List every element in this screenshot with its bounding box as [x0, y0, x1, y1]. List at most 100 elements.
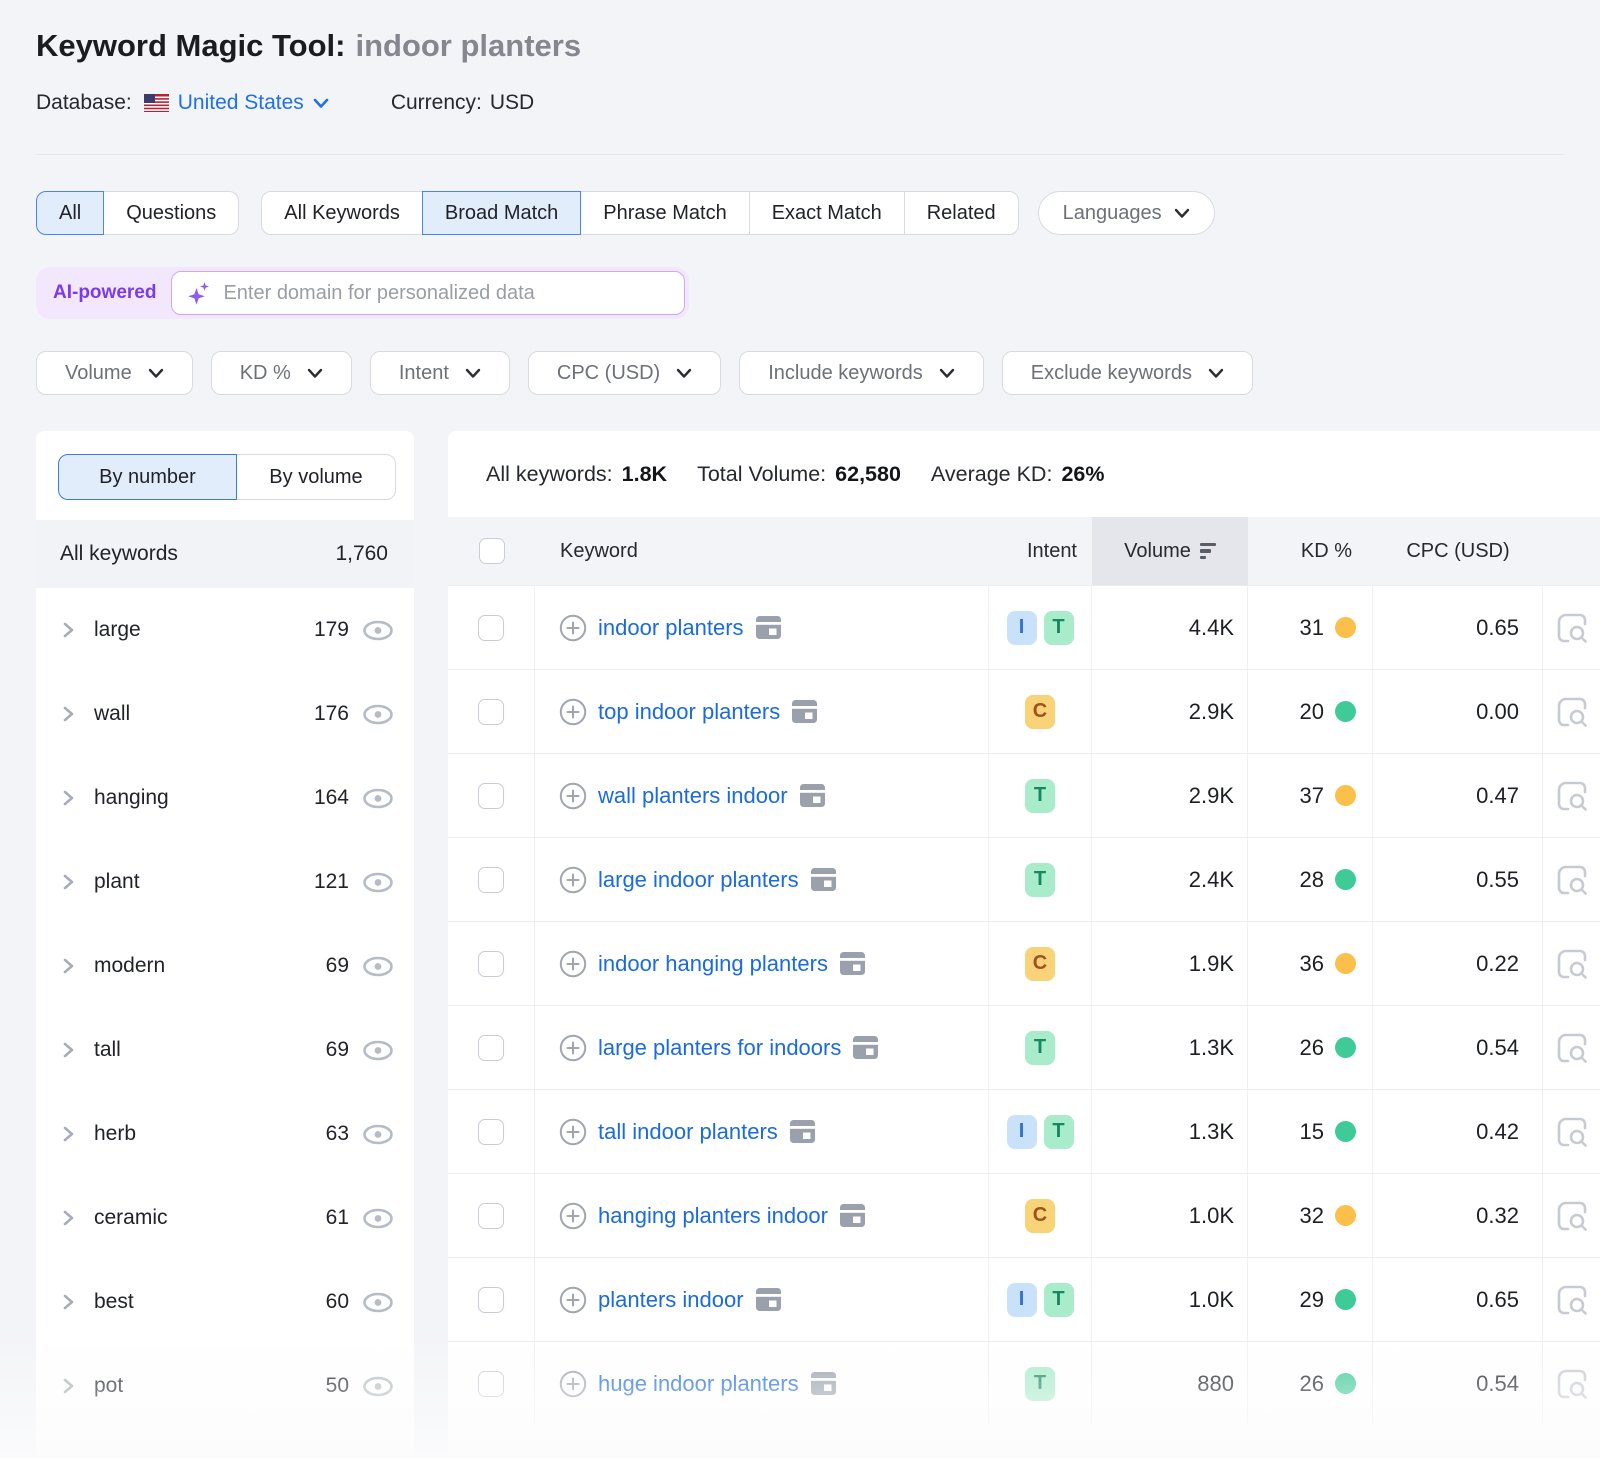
add-keyword-icon[interactable]: [559, 698, 587, 726]
serp-analysis-icon[interactable]: [1554, 1366, 1590, 1402]
keyword-group-item[interactable]: herb 63: [36, 1092, 414, 1176]
serp-analysis-icon[interactable]: [1554, 1114, 1590, 1150]
eye-icon[interactable]: [362, 1208, 394, 1229]
eye-icon[interactable]: [362, 788, 394, 809]
keyword-group-item[interactable]: best 60: [36, 1260, 414, 1344]
keyword-link[interactable]: top indoor planters: [598, 699, 780, 725]
select-all-checkbox[interactable]: [479, 538, 505, 564]
serp-features-icon[interactable]: [789, 1119, 816, 1144]
keyword-link[interactable]: large indoor planters: [598, 867, 799, 893]
serp-features-icon[interactable]: [810, 1371, 837, 1396]
row-checkbox[interactable]: [478, 1119, 504, 1145]
keyword-link[interactable]: planters indoor: [598, 1287, 744, 1313]
column-header-keyword[interactable]: Keyword: [535, 517, 989, 585]
tab-exact-match[interactable]: Exact Match: [749, 191, 905, 235]
kd-value: 37: [1300, 783, 1324, 809]
eye-icon[interactable]: [362, 704, 394, 725]
serp-features-icon[interactable]: [799, 783, 826, 808]
add-keyword-icon[interactable]: [559, 1034, 587, 1062]
serp-analysis-icon[interactable]: [1554, 862, 1590, 898]
add-keyword-icon[interactable]: [559, 1370, 587, 1398]
keyword-group-item[interactable]: wall 176: [36, 672, 414, 756]
keyword-link[interactable]: large planters for indoors: [598, 1035, 841, 1061]
column-header-kd[interactable]: KD %: [1248, 517, 1373, 585]
serp-features-icon[interactable]: [852, 1035, 879, 1060]
filter-exclude-keywords[interactable]: Exclude keywords: [1002, 351, 1253, 395]
keyword-link[interactable]: hanging planters indoor: [598, 1203, 828, 1229]
add-keyword-icon[interactable]: [559, 866, 587, 894]
summary-total-volume-value: 62,580: [835, 462, 901, 487]
filter-kd-[interactable]: KD %: [211, 351, 352, 395]
tab-broad-match[interactable]: Broad Match: [422, 191, 581, 235]
eye-icon[interactable]: [362, 1040, 394, 1061]
keyword-group-item[interactable]: modern 69: [36, 924, 414, 1008]
keyword-group-item[interactable]: large 179: [36, 588, 414, 672]
add-keyword-icon[interactable]: [559, 782, 587, 810]
filter-cpc-usd-[interactable]: CPC (USD): [528, 351, 721, 395]
tab-all[interactable]: All: [36, 191, 104, 235]
row-checkbox[interactable]: [478, 1371, 504, 1397]
all-keywords-row[interactable]: All keywords 1,760: [36, 520, 414, 588]
row-checkbox[interactable]: [478, 615, 504, 641]
add-keyword-icon[interactable]: [559, 614, 587, 642]
serp-analysis-icon[interactable]: [1554, 694, 1590, 730]
serp-analysis-icon[interactable]: [1554, 778, 1590, 814]
keyword-group-item[interactable]: hanging 164: [36, 756, 414, 840]
keyword-link[interactable]: indoor hanging planters: [598, 951, 828, 977]
row-checkbox[interactable]: [478, 1287, 504, 1313]
by-volume-toggle[interactable]: By volume: [236, 454, 396, 500]
eye-icon[interactable]: [362, 1124, 394, 1145]
row-checkbox[interactable]: [478, 867, 504, 893]
row-checkbox[interactable]: [478, 1203, 504, 1229]
domain-input[interactable]: [223, 282, 670, 305]
keyword-group-item[interactable]: pot 50: [36, 1344, 414, 1428]
column-header-intent[interactable]: Intent: [989, 517, 1092, 585]
serp-features-icon[interactable]: [839, 1203, 866, 1228]
volume-value: 1.9K: [1189, 951, 1234, 977]
serp-analysis-icon[interactable]: [1554, 1030, 1590, 1066]
serp-features-icon[interactable]: [755, 1287, 782, 1312]
cpc-value: 0.47: [1476, 783, 1519, 809]
serp-features-icon[interactable]: [755, 615, 782, 640]
eye-icon[interactable]: [362, 1376, 394, 1397]
filter-volume[interactable]: Volume: [36, 351, 193, 395]
tab-phrase-match[interactable]: Phrase Match: [580, 191, 749, 235]
keyword-group-item[interactable]: tall 69: [36, 1008, 414, 1092]
eye-icon[interactable]: [362, 872, 394, 893]
tab-all-keywords[interactable]: All Keywords: [261, 191, 423, 235]
database-selector[interactable]: United States: [178, 91, 329, 115]
serp-features-icon[interactable]: [791, 699, 818, 724]
serp-analysis-icon[interactable]: [1554, 1282, 1590, 1318]
keyword-link[interactable]: indoor planters: [598, 615, 744, 641]
add-keyword-icon[interactable]: [559, 1118, 587, 1146]
eye-icon[interactable]: [362, 620, 394, 641]
row-checkbox[interactable]: [478, 699, 504, 725]
keyword-group-item[interactable]: ceramic 61: [36, 1176, 414, 1260]
filters-row: Volume KD % Intent CPC (USD) Include keyword…: [36, 351, 1564, 395]
serp-analysis-icon[interactable]: [1554, 1198, 1590, 1234]
tab-related[interactable]: Related: [904, 191, 1019, 235]
eye-icon[interactable]: [362, 956, 394, 977]
keyword-group-item[interactable]: plant 121: [36, 840, 414, 924]
eye-icon[interactable]: [362, 1292, 394, 1313]
keyword-link[interactable]: huge indoor planters: [598, 1371, 799, 1397]
languages-dropdown[interactable]: Languages: [1038, 191, 1215, 235]
by-number-toggle[interactable]: By number: [58, 454, 237, 500]
column-header-volume[interactable]: Volume: [1092, 517, 1248, 585]
row-checkbox[interactable]: [478, 951, 504, 977]
filter-intent[interactable]: Intent: [370, 351, 510, 395]
serp-analysis-icon[interactable]: [1554, 610, 1590, 646]
row-checkbox[interactable]: [478, 783, 504, 809]
keyword-link[interactable]: wall planters indoor: [598, 783, 788, 809]
serp-features-icon[interactable]: [810, 867, 837, 892]
add-keyword-icon[interactable]: [559, 950, 587, 978]
serp-features-icon[interactable]: [839, 951, 866, 976]
add-keyword-icon[interactable]: [559, 1202, 587, 1230]
keyword-link[interactable]: tall indoor planters: [598, 1119, 778, 1145]
serp-analysis-icon[interactable]: [1554, 946, 1590, 982]
column-header-cpc[interactable]: CPC (USD): [1373, 517, 1543, 585]
filter-include-keywords[interactable]: Include keywords: [739, 351, 984, 395]
tab-questions[interactable]: Questions: [103, 191, 239, 235]
row-checkbox[interactable]: [478, 1035, 504, 1061]
add-keyword-icon[interactable]: [559, 1286, 587, 1314]
